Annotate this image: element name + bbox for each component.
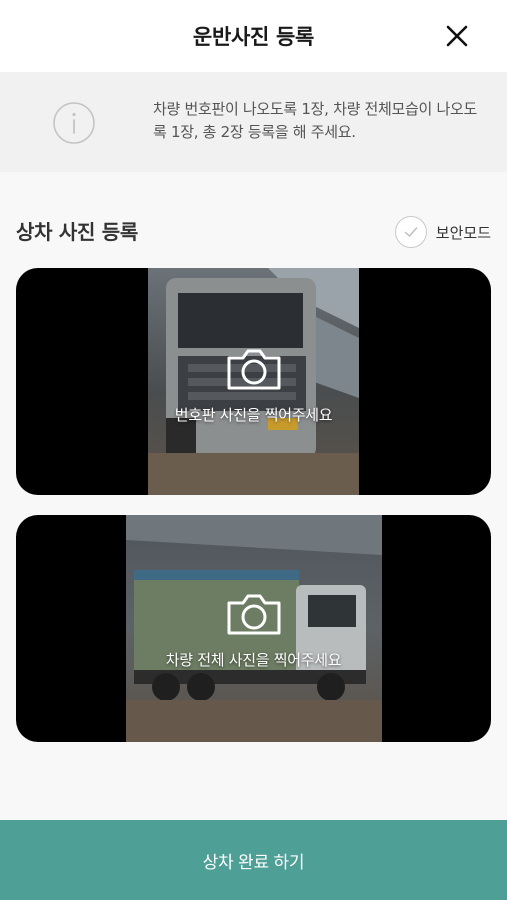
loading-complete-button[interactable]: 상차 완료 하기 [0, 820, 507, 900]
loading-complete-label: 상차 완료 하기 [202, 852, 305, 872]
info-banner: 차량 번호판이 나오도록 1장, 차량 전체모습이 나오도록 1장, 총 2장 … [0, 72, 507, 172]
full-vehicle-photo-label: 차량 전체 사진을 찍어주세요 [165, 651, 342, 669]
full-vehicle-photo-slot[interactable]: 차량 전체 사진을 찍어주세요 [16, 515, 491, 742]
license-plate-photo-label: 번호판 사진을 찍어주세요 [174, 406, 333, 424]
header: 운반사진 등록 [0, 0, 507, 72]
secure-mode-checkbox[interactable] [394, 216, 427, 248]
section-title: 상차 사진 등록 [16, 220, 138, 244]
photo-overlay: 번호판 사진을 찍어주세요 [16, 268, 491, 495]
check-icon [404, 227, 418, 237]
secure-mode-label: 보안모드 [435, 223, 491, 242]
page-title: 운반사진 등록 [192, 25, 315, 49]
info-text: 차량 번호판이 나오도록 1장, 차량 전체모습이 나오도록 1장, 총 2장 … [153, 100, 478, 141]
close-button[interactable] [443, 22, 471, 50]
license-plate-photo-slot[interactable]: 번호판 사진을 찍어주세요 [16, 268, 491, 495]
close-icon [446, 25, 468, 47]
camera-icon [227, 594, 280, 635]
camera-icon [227, 349, 280, 390]
info-icon [53, 102, 95, 144]
photo-overlay: 차량 전체 사진을 찍어주세요 [16, 515, 491, 742]
secure-mode-toggle[interactable]: 보안모드 [394, 216, 491, 248]
